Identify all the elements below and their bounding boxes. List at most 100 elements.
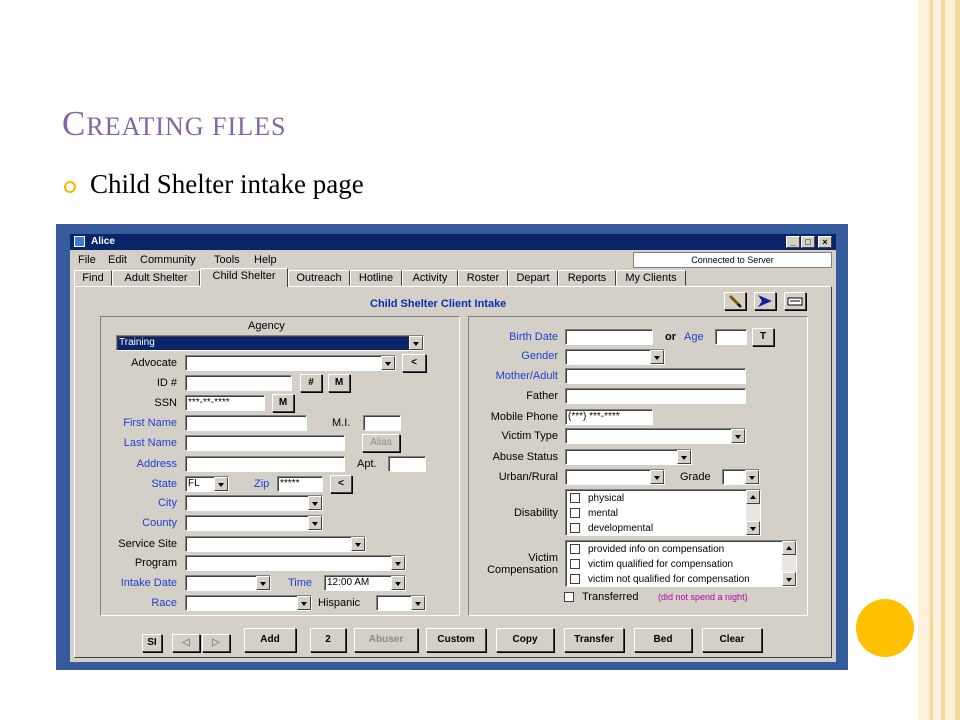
menu-help[interactable]: Help	[254, 254, 277, 266]
advocate-lookup-button[interactable]: <	[402, 354, 426, 372]
victim-type-select[interactable]	[565, 428, 746, 444]
service-site-select[interactable]	[185, 536, 366, 552]
chevron-down-icon[interactable]	[731, 429, 745, 443]
custom-button[interactable]: Custom	[426, 628, 486, 652]
mi-field[interactable]	[363, 415, 401, 431]
scroll-up-icon[interactable]	[782, 541, 796, 555]
chevron-down-icon[interactable]	[411, 596, 425, 610]
checkbox[interactable]	[570, 523, 580, 533]
chevron-down-icon[interactable]	[650, 470, 664, 484]
menu-community[interactable]: Community	[140, 254, 196, 266]
id-field[interactable]	[185, 375, 292, 391]
program-select[interactable]	[185, 555, 406, 571]
menu-edit[interactable]: Edit	[108, 254, 127, 266]
tab-adult-shelter[interactable]: Adult Shelter	[112, 270, 200, 286]
gender-select[interactable]	[565, 349, 665, 365]
id-hash-button[interactable]: #	[300, 374, 322, 392]
chevron-down-icon[interactable]	[409, 336, 423, 350]
tab-outreach[interactable]: Outreach	[288, 270, 350, 286]
race-select[interactable]	[185, 595, 312, 611]
checkbox[interactable]	[570, 493, 580, 503]
transferred-checkbox[interactable]: Transferred	[564, 590, 638, 605]
scroll-up-icon[interactable]	[746, 490, 760, 504]
abuser-button[interactable]: Abuser	[354, 628, 418, 652]
menu-tools[interactable]: Tools	[214, 254, 240, 266]
checkbox[interactable]	[570, 574, 580, 584]
chevron-down-icon[interactable]	[745, 470, 759, 484]
apt-field[interactable]	[388, 456, 426, 472]
advocate-select[interactable]	[185, 355, 396, 371]
list-item[interactable]: mental	[570, 506, 618, 521]
maximize-button[interactable]: □	[801, 236, 815, 248]
chevron-down-icon[interactable]	[381, 356, 395, 370]
scrollbar[interactable]	[782, 541, 796, 586]
first-name-field[interactable]	[185, 415, 307, 431]
scrollbar[interactable]	[746, 490, 760, 535]
minimize-button[interactable]: _	[786, 236, 800, 248]
zip-field[interactable]: *****	[277, 476, 323, 492]
tab-activity[interactable]: Activity	[402, 270, 458, 286]
last-name-field[interactable]	[185, 435, 345, 451]
ssn-m-button[interactable]: M	[272, 394, 294, 412]
tab-hotline[interactable]: Hotline	[350, 270, 402, 286]
father-field[interactable]	[565, 388, 746, 404]
tab-reports[interactable]: Reports	[558, 270, 616, 286]
alias-button[interactable]: Alias	[362, 434, 400, 452]
chevron-down-icon[interactable]	[391, 556, 405, 570]
age-field[interactable]	[715, 329, 747, 345]
checkbox[interactable]	[570, 544, 580, 554]
card-icon[interactable]	[784, 292, 806, 310]
disability-list[interactable]: physical mental developmental	[565, 489, 761, 536]
address-field[interactable]	[185, 456, 345, 472]
chevron-down-icon[interactable]	[677, 450, 691, 464]
pencil-icon[interactable]	[724, 292, 746, 310]
tab-find[interactable]: Find	[74, 270, 112, 286]
bed-button[interactable]: Bed	[634, 628, 692, 652]
list-item[interactable]: provided info on compensation	[570, 542, 724, 557]
tab-depart[interactable]: Depart	[508, 270, 558, 286]
zip-lookup-button[interactable]: <	[330, 475, 352, 493]
id-m-button[interactable]: M	[328, 374, 350, 392]
tab-child-shelter[interactable]: Child Shelter	[200, 268, 288, 287]
state-select[interactable]: FL	[185, 476, 229, 492]
mother-adult-field[interactable]	[565, 368, 746, 384]
next-button[interactable]: ▷	[202, 634, 230, 652]
time-spinner[interactable]	[391, 576, 405, 590]
ssn-field[interactable]: ***-**-****	[185, 395, 265, 411]
intake-date-select[interactable]	[185, 575, 271, 591]
grade-select[interactable]	[722, 469, 760, 485]
menu-file[interactable]: File	[78, 254, 96, 266]
urban-rural-select[interactable]	[565, 469, 665, 485]
today-button[interactable]: T	[752, 328, 774, 346]
chevron-down-icon[interactable]	[214, 477, 228, 491]
arrow-right-icon[interactable]	[754, 292, 776, 310]
tab-my-clients[interactable]: My Clients	[616, 270, 686, 286]
county-select[interactable]	[185, 515, 323, 531]
chevron-down-icon[interactable]	[308, 496, 322, 510]
list-item[interactable]: victim qualified for compensation	[570, 557, 733, 572]
transfer-button[interactable]: Transfer	[564, 628, 624, 652]
copy-button[interactable]: Copy	[496, 628, 554, 652]
chevron-down-icon[interactable]	[297, 596, 311, 610]
birth-date-field[interactable]	[565, 329, 653, 345]
chevron-down-icon[interactable]	[256, 576, 270, 590]
tab-roster[interactable]: Roster	[458, 270, 508, 286]
victim-compensation-list[interactable]: provided info on compensation victim qua…	[565, 540, 797, 587]
two-button[interactable]: 2	[310, 628, 346, 652]
list-item[interactable]: physical	[570, 491, 624, 506]
mobile-phone-field[interactable]: (***) ***-****	[565, 409, 653, 425]
chevron-down-icon[interactable]	[308, 516, 322, 530]
scroll-down-icon[interactable]	[782, 572, 796, 586]
chevron-down-icon[interactable]	[351, 537, 365, 551]
chevron-down-icon[interactable]	[650, 350, 664, 364]
checkbox[interactable]	[564, 592, 574, 602]
prev-button[interactable]: ◁	[172, 634, 200, 652]
time-field[interactable]: 12:00 AM	[324, 575, 406, 591]
clear-button[interactable]: Clear	[702, 628, 762, 652]
hispanic-select[interactable]	[376, 595, 426, 611]
si-button[interactable]: SI	[142, 634, 162, 652]
checkbox[interactable]	[570, 559, 580, 569]
city-select[interactable]	[185, 495, 323, 511]
list-item[interactable]: victim not qualified for compensation	[570, 572, 750, 586]
list-item[interactable]: developmental	[570, 521, 653, 535]
